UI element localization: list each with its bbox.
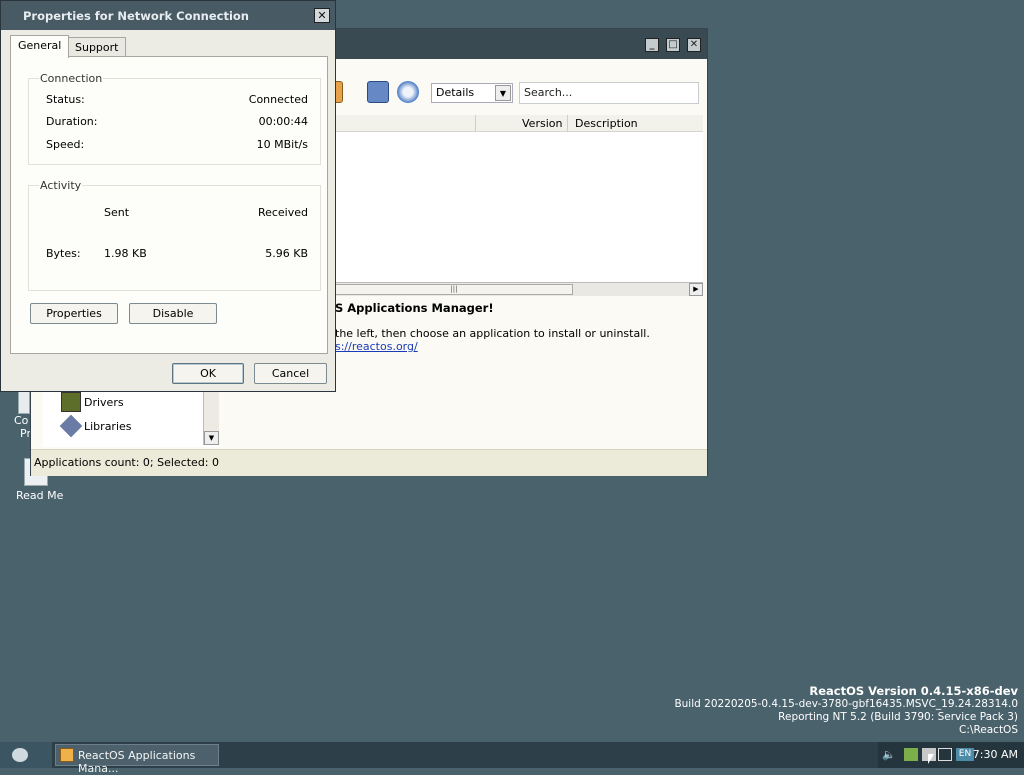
applications-manager-icon [60,748,74,762]
status-bar: Applications count: 0; Selected: 0 [31,449,707,476]
view-select[interactable]: Details ▼ [431,83,513,103]
status-text: Applications count: 0; Selected: 0 [34,456,220,469]
tree-item-drivers[interactable]: Drivers [61,392,124,412]
activity-group: Activity Sent Received Bytes: 1.98 KB 5.… [28,179,321,291]
mouse-cursor-icon [928,754,934,764]
column-description[interactable]: Description [575,117,638,130]
welcome-heading: S Applications Manager! [335,301,494,315]
chevron-down-icon[interactable]: ▼ [495,85,511,101]
build-number: Build 20220205-0.4.15-dev-3780-gbf16435.… [674,698,1018,710]
maximize-button[interactable]: □ [666,38,680,52]
minimize-button[interactable]: _ [645,38,659,52]
bytes-label: Bytes: [46,247,81,260]
disable-button[interactable]: Disable [129,303,217,324]
tree-item-label: Drivers [84,395,124,409]
drivers-icon [61,392,81,412]
language-indicator[interactable]: EN [956,748,974,761]
taskbar-item-applications-manager[interactable]: ReactOS Applications Mana... [55,744,219,775]
start-icon [12,748,28,762]
tree-vertical-scrollbar[interactable]: ▼ [203,391,219,445]
build-info: ReactOS Version 0.4.15-x86-dev Build 202… [674,685,1018,737]
volume-icon[interactable]: 🔈 [882,748,896,761]
search-placeholder: Search... [524,86,573,99]
close-button[interactable]: ✕ [687,38,701,52]
search-input[interactable]: Search... [519,82,699,104]
refresh-icon[interactable] [367,81,389,103]
status-label: Status: [46,93,85,106]
build-nt: Reporting NT 5.2 (Build 3790: Service Pa… [778,711,1018,723]
column-separator[interactable] [475,115,476,132]
dialog-title: Properties for Network Connection [23,9,249,23]
taskbar: ReactOS Applications Mana... 🔈 EN 7:30 A… [0,742,1024,775]
category-tree: Drivers Libraries [43,389,219,447]
view-select-value: Details [436,86,475,99]
scroll-thumb[interactable]: ||| [335,284,573,295]
taskbar-item-label: ReactOS Applications Mana... [78,749,196,775]
duration-value: 00:00:44 [258,115,308,128]
system-tray: 🔈 EN 7:30 AM [878,742,1024,768]
network-connection-icon[interactable] [938,748,952,761]
status-value: Connected [248,93,308,106]
bytes-received: 5.96 KB [265,247,308,260]
activity-legend: Activity [39,179,83,192]
properties-button[interactable]: Properties [30,303,118,324]
build-version: ReactOS Version 0.4.15-x86-dev [809,684,1018,698]
cancel-button[interactable]: Cancel [254,363,327,384]
tree-item-libraries[interactable]: Libraries [59,414,132,438]
tree-item-label: Libraries [84,419,132,433]
welcome-info: S Applications Manager! the left, then c… [335,301,705,353]
start-button[interactable] [0,742,52,768]
reactos-link[interactable]: s://reactos.org/ [335,340,418,353]
horizontal-scrollbar[interactable]: ||| ▶ [335,282,703,296]
scroll-right-arrow[interactable]: ▶ [689,283,703,296]
safely-remove-icon[interactable] [904,748,918,761]
speed-label: Speed: [46,138,85,151]
sent-header: Sent [104,206,130,219]
dialog-close-button[interactable]: ✕ [314,8,330,23]
dialog-titlebar[interactable]: Properties for Network Connection [1,1,335,30]
connection-legend: Connection [39,72,104,85]
applications-list[interactable] [335,132,703,282]
speed-value: 10 MBit/s [256,138,308,151]
ok-button[interactable]: OK [172,363,244,384]
received-header: Received [257,206,308,219]
welcome-text: the left, then choose an application to … [335,327,650,340]
column-version[interactable]: Version [522,117,562,130]
taskbar-clock[interactable]: 7:30 AM [973,748,1018,761]
libraries-icon [59,414,83,438]
list-header: Version Description [335,115,703,132]
update-db-icon[interactable] [397,81,419,103]
build-path: C:\ReactOS [959,724,1018,736]
desktop-icon-label-partial: Co [14,414,29,427]
column-separator[interactable] [567,115,568,132]
scroll-down-arrow[interactable]: ▼ [204,431,219,445]
readme-label[interactable]: Read Me [16,489,63,502]
general-tab-pane: Connection Status: Connected Duration: 0… [10,56,328,354]
connection-group: Connection Status: Connected Duration: 0… [28,72,321,165]
tab-support[interactable]: Support [67,37,127,57]
tab-general[interactable]: General [10,35,70,58]
bytes-sent: 1.98 KB [104,247,147,260]
network-properties-dialog: Properties for Network Connection ✕ Gene… [0,0,336,392]
duration-label: Duration: [46,115,98,128]
